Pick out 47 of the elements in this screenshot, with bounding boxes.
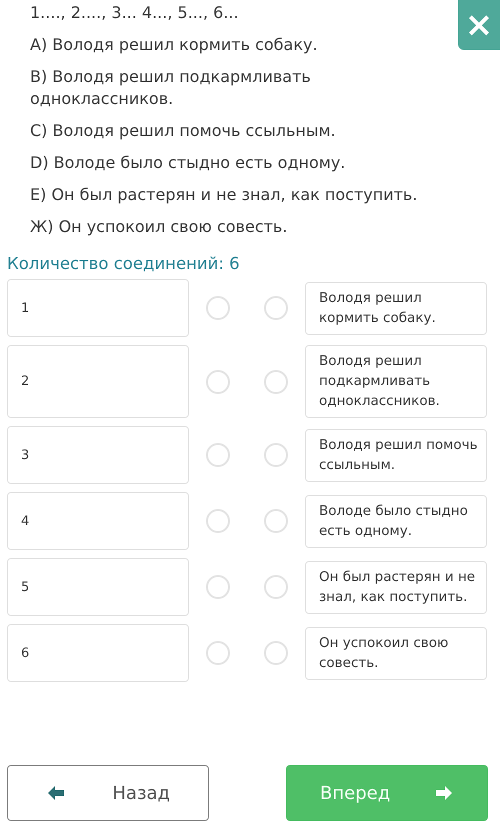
connector-dot[interactable] (206, 370, 230, 394)
connector-dot[interactable] (206, 575, 230, 599)
answer-text: Володя решил подкармливать одноклассников. (319, 352, 441, 411)
match-item[interactable]: 5 (7, 558, 189, 616)
option-text: D) Володе было стыдно есть одному. (30, 152, 346, 174)
answer-text: Володя решил помочь ссыльным. (319, 436, 478, 474)
connector-dot[interactable] (206, 443, 230, 467)
item-number: 1 (21, 300, 30, 316)
connector-dot[interactable] (206, 296, 230, 320)
answer-card[interactable]: Володя решил помочь ссыльным. (305, 428, 487, 482)
option-text: Ж) Он успокоил свою совесть. (30, 216, 288, 238)
answer-card[interactable]: Володя решил кормить собаку. (305, 282, 487, 334)
match-item[interactable]: 3 (7, 426, 189, 484)
option-text: B) Володя решил подкармливать одноклассников. (30, 66, 312, 110)
answer-card[interactable]: Он успокоил свою совесть. (305, 626, 487, 680)
connector-dot[interactable] (264, 575, 288, 599)
left-arrow-icon (46, 785, 66, 801)
answer-card[interactable]: Володя решил подкармливать одноклассников. (305, 345, 487, 418)
item-number: 2 (21, 374, 30, 389)
answer-text: Володе было стыдно есть одному. (319, 502, 469, 540)
item-number: 3 (21, 448, 30, 462)
prompt-text: 1...., 2...., 3... 4..., 5..., 6... (30, 2, 240, 24)
item-number: 6 (21, 646, 30, 660)
match-item[interactable]: 4 (7, 492, 189, 550)
connections-count: Количество соединений: 6 (7, 254, 241, 273)
item-number: 5 (21, 580, 30, 594)
answer-text: Он успокоил свою совесть. (319, 634, 450, 672)
answer-card[interactable]: Володе было стыдно есть одному. (305, 494, 487, 548)
option-text: E) Он был растерян и не знал, как поступить. (30, 184, 418, 206)
answer-card[interactable]: Он был растерян и не знал, как поступить. (305, 560, 487, 614)
right-arrow-icon (434, 785, 454, 801)
connector-dot[interactable] (206, 641, 230, 665)
match-item[interactable]: 1 (7, 279, 189, 337)
connector-dot[interactable] (264, 641, 288, 665)
connector-dot[interactable] (206, 509, 230, 533)
back-button[interactable]: Назад (7, 765, 209, 821)
connector-dot[interactable] (264, 443, 288, 467)
option-text: A) Володя решил кормить собаку. (30, 34, 319, 56)
answer-text: Володя решил кормить собаку. (319, 288, 437, 328)
connector-dot[interactable] (264, 370, 288, 394)
answer-text: Он был растерян и не знал, как поступить. (319, 568, 476, 606)
connector-dot[interactable] (264, 296, 288, 320)
match-item[interactable]: 6 (7, 624, 189, 682)
option-text: C) Володя решил помочь ссыльным. (30, 120, 337, 142)
connector-dot[interactable] (264, 509, 288, 533)
item-number: 4 (21, 514, 30, 528)
match-item[interactable]: 2 (7, 345, 189, 418)
